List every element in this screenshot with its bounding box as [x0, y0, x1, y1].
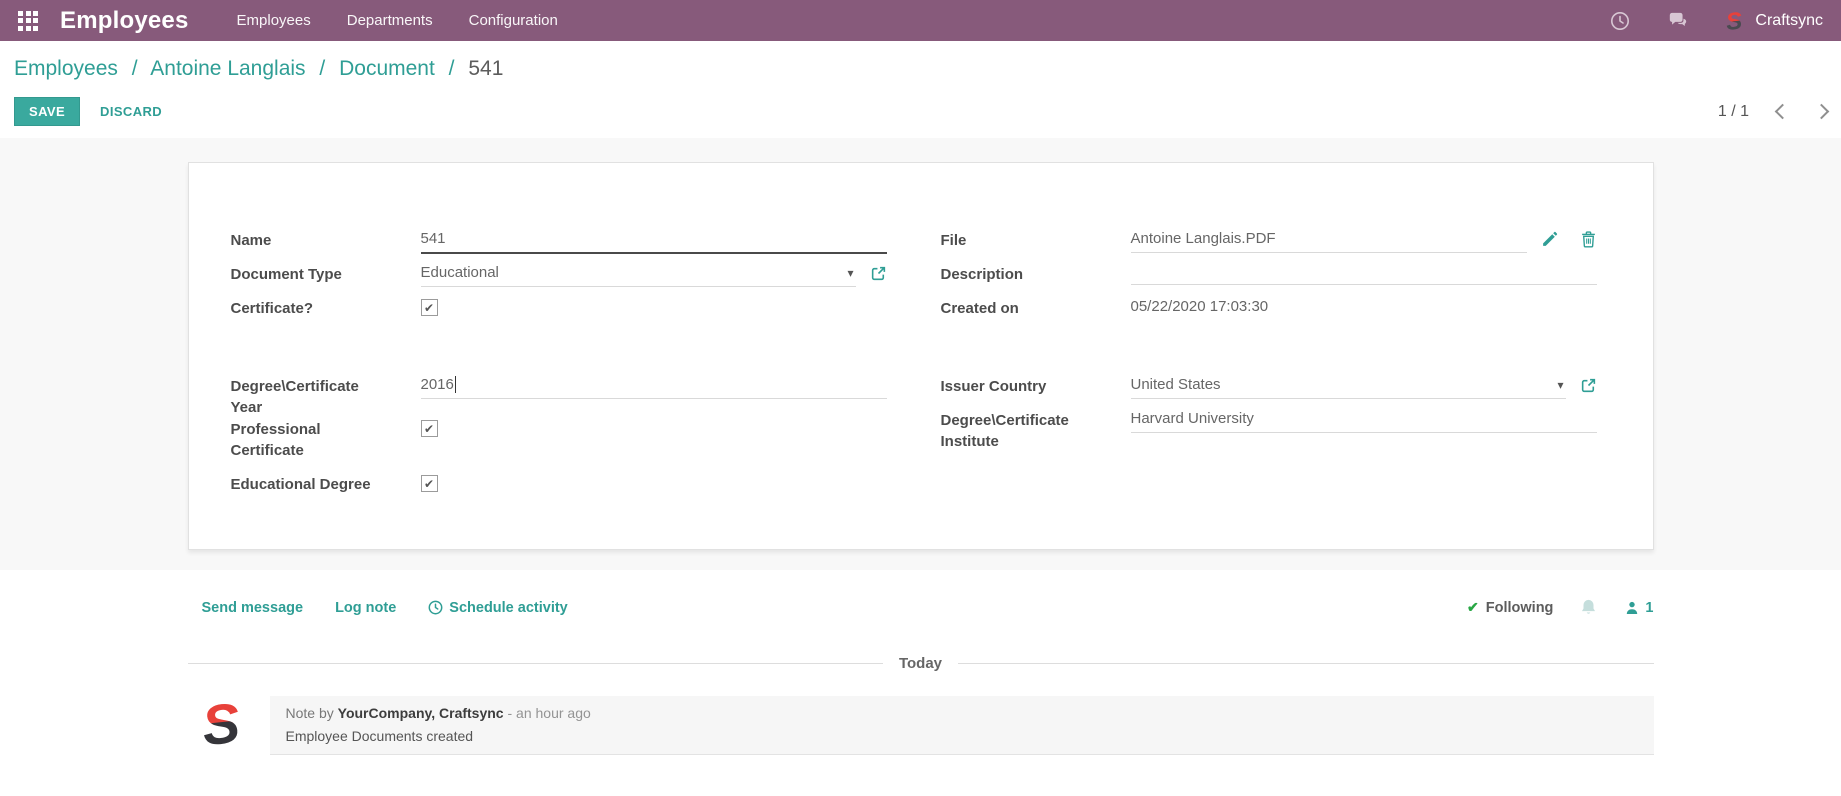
nav-menu: Employees Departments Configuration	[237, 12, 558, 29]
field-row-name: Name 541	[231, 229, 887, 263]
form-left-column: Name 541 Document Type Educational ▾	[231, 229, 887, 507]
field-row-degree-year: Degree\Certificate Year 2016	[231, 375, 887, 418]
created-on-value: 05/22/2020 17:03:30	[1131, 297, 1597, 320]
nav-item-employees[interactable]: Employees	[237, 12, 311, 29]
nav-item-departments[interactable]: Departments	[347, 12, 433, 29]
delete-trash-icon[interactable]	[1580, 231, 1597, 248]
internal-link-icon[interactable]	[1580, 377, 1597, 394]
date-divider: Today	[188, 655, 1654, 672]
field-row-issuer-country: Issuer Country United States ▾	[941, 375, 1597, 409]
file-input[interactable]: Antoine Langlais.PDF	[1131, 229, 1527, 253]
file-label: File	[941, 229, 1091, 251]
field-row-professional-certificate: Professional Certificate ✔	[231, 418, 887, 461]
message-timestamp: - an hour ago	[504, 705, 591, 721]
description-label: Description	[941, 263, 1091, 285]
institute-label: Degree\Certificate Institute	[941, 409, 1091, 452]
clock-icon	[428, 600, 443, 615]
message-prefix: Note by	[286, 705, 338, 721]
message-text: Employee Documents created	[286, 728, 1638, 744]
document-type-label: Document Type	[231, 263, 381, 285]
educational-degree-checkbox[interactable]: ✔	[421, 475, 438, 492]
field-row-certificate: Certificate? ✔	[231, 297, 887, 331]
field-row-description: Description	[941, 263, 1597, 297]
apps-grid-icon[interactable]	[18, 11, 38, 31]
description-input[interactable]	[1131, 263, 1597, 285]
certificate-checkbox[interactable]: ✔	[421, 299, 438, 316]
professional-certificate-checkbox[interactable]: ✔	[421, 420, 438, 437]
pager-value: 1 / 1	[1718, 103, 1749, 121]
message-author[interactable]: YourCompany, Craftsync	[338, 705, 504, 721]
avatar: S S S	[199, 694, 250, 749]
breadcrumb: Employees / Antoine Langlais / Document …	[0, 41, 1841, 87]
form-sheet: Name 541 Document Type Educational ▾	[188, 162, 1654, 550]
name-label: Name	[231, 229, 381, 251]
pager-next-icon[interactable]	[1814, 104, 1830, 120]
field-row-created-on: Created on 05/22/2020 17:03:30	[941, 297, 1597, 331]
breadcrumb-current: 541	[468, 57, 503, 80]
name-input[interactable]: 541	[421, 229, 887, 254]
internal-link-icon[interactable]	[870, 265, 887, 282]
degree-year-label: Degree\Certificate Year	[231, 375, 381, 418]
breadcrumb-employees[interactable]: Employees	[14, 57, 118, 80]
followers-button[interactable]: 1	[1624, 600, 1653, 616]
issuer-country-select[interactable]: United States ▾	[1131, 375, 1566, 399]
bell-icon[interactable]	[1579, 598, 1598, 617]
form-right-column: File Antoine Langlais.PDF	[941, 229, 1597, 507]
field-row-institute: Degree\Certificate Institute Harvard Uni…	[941, 409, 1597, 452]
field-row-document-type: Document Type Educational ▾	[231, 263, 887, 297]
top-navbar: Employees Employees Departments Configur…	[0, 0, 1841, 41]
control-panel: SAVE DISCARD 1 / 1	[0, 87, 1841, 138]
discard-button[interactable]: DISCARD	[100, 104, 162, 119]
issuer-country-label: Issuer Country	[941, 375, 1091, 397]
form-view: Name 541 Document Type Educational ▾	[0, 138, 1841, 570]
check-icon: ✔	[1467, 599, 1479, 616]
chevron-down-icon[interactable]: ▾	[1557, 378, 1565, 392]
followers-count: 1	[1645, 600, 1653, 616]
field-row-educational-degree: Educational Degree ✔	[231, 473, 887, 507]
edit-pencil-icon[interactable]	[1541, 231, 1558, 248]
chatter-message: S S S Note by YourCompany, Craftsync - a…	[188, 696, 1654, 755]
pager-previous-icon[interactable]	[1775, 104, 1791, 120]
created-on-label: Created on	[941, 297, 1091, 319]
pager: 1 / 1	[1718, 103, 1827, 121]
breadcrumb-employee-name[interactable]: Antoine Langlais	[150, 57, 305, 80]
app-title: Employees	[60, 7, 189, 35]
professional-certificate-label: Professional Certificate	[231, 418, 381, 461]
schedule-activity-button[interactable]: Schedule activity	[428, 600, 567, 616]
chatter: Send message Log note Schedule activity …	[188, 570, 1654, 755]
degree-year-input[interactable]: 2016	[421, 375, 887, 399]
save-button[interactable]: SAVE	[14, 97, 80, 126]
send-message-button[interactable]: Send message	[202, 600, 304, 616]
company-logo-icon: S S S	[1725, 9, 1747, 33]
field-row-file: File Antoine Langlais.PDF	[941, 229, 1597, 263]
institute-input[interactable]: Harvard University	[1131, 409, 1597, 433]
chevron-down-icon[interactable]: ▾	[847, 266, 855, 280]
text-cursor	[455, 376, 456, 393]
user-menu[interactable]: S S S Craftsync	[1726, 10, 1823, 32]
breadcrumb-document[interactable]: Document	[339, 57, 435, 80]
user-name: Craftsync	[1755, 12, 1823, 30]
certificate-label: Certificate?	[231, 297, 381, 319]
messages-icon[interactable]	[1668, 11, 1688, 31]
message-body: Note by YourCompany, Craftsync - an hour…	[270, 696, 1654, 755]
activity-clock-icon[interactable]	[1610, 11, 1630, 31]
following-toggle[interactable]: ✔ Following	[1467, 599, 1553, 616]
log-note-button[interactable]: Log note	[335, 600, 396, 616]
date-divider-label: Today	[883, 655, 958, 672]
follower-person-icon	[1624, 600, 1640, 616]
document-type-select[interactable]: Educational ▾	[421, 263, 856, 287]
educational-degree-label: Educational Degree	[231, 473, 381, 495]
nav-item-configuration[interactable]: Configuration	[469, 12, 558, 29]
